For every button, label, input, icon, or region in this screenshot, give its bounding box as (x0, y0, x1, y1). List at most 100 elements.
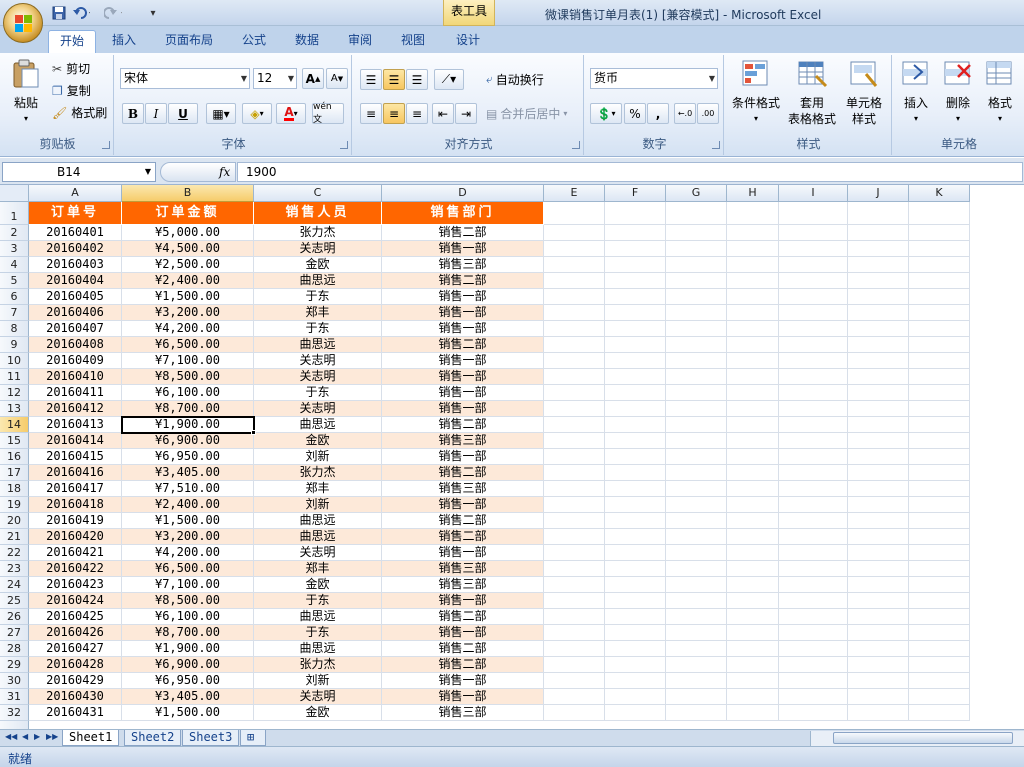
conditional-formatting-button[interactable]: 条件格式 ▾ (728, 59, 784, 127)
table-cell[interactable]: 20160417 (29, 481, 122, 497)
number-launcher-icon[interactable] (712, 141, 720, 149)
empty-cell[interactable] (779, 513, 848, 529)
empty-cell[interactable] (544, 497, 605, 513)
empty-cell[interactable] (727, 641, 779, 657)
font-size-combo[interactable]: 12 ▼ (253, 68, 297, 89)
empty-cell[interactable] (848, 673, 909, 689)
empty-cell[interactable] (544, 353, 605, 369)
table-cell[interactable]: ¥3,200.00 (122, 305, 254, 321)
accounting-format-button[interactable]: 💲 ▾ (590, 103, 622, 124)
tab-view[interactable]: 视图 (389, 30, 437, 53)
table-cell[interactable]: 于东 (254, 625, 382, 641)
table-cell[interactable]: 郑丰 (254, 305, 382, 321)
table-cell[interactable]: ¥4,200.00 (122, 545, 254, 561)
empty-cell[interactable] (909, 273, 970, 289)
empty-cell[interactable] (848, 625, 909, 641)
underline-button[interactable]: U (168, 103, 198, 124)
empty-cell[interactable] (666, 273, 727, 289)
table-cell[interactable]: ¥3,200.00 (122, 529, 254, 545)
table-cell[interactable]: 销售二部 (382, 273, 544, 289)
empty-cell[interactable] (727, 593, 779, 609)
empty-cell[interactable] (666, 369, 727, 385)
table-cell[interactable]: 20160420 (29, 529, 122, 545)
table-cell[interactable]: 20160414 (29, 433, 122, 449)
empty-cell[interactable] (544, 673, 605, 689)
empty-cell[interactable] (605, 609, 666, 625)
empty-cell[interactable] (909, 369, 970, 385)
row-header[interactable]: 11 (0, 369, 29, 385)
column-header-d[interactable]: D (382, 185, 544, 202)
format-as-table-button[interactable]: 套用 表格格式 (786, 59, 838, 127)
last-sheet-icon[interactable]: ▶▶ (46, 732, 58, 741)
increase-decimal-button[interactable]: ←.0 (674, 103, 696, 124)
empty-cell[interactable] (727, 689, 779, 705)
empty-cell[interactable] (909, 305, 970, 321)
office-button[interactable] (3, 3, 43, 43)
empty-cell[interactable] (605, 225, 666, 241)
empty-cell[interactable] (727, 305, 779, 321)
table-cell[interactable]: 20160430 (29, 689, 122, 705)
row-header[interactable]: 15 (0, 433, 29, 449)
increase-indent-button[interactable]: ⇥ (455, 103, 477, 124)
table-cell[interactable]: ¥3,405.00 (122, 689, 254, 705)
empty-cell[interactable] (666, 353, 727, 369)
empty-cell[interactable] (848, 641, 909, 657)
empty-cell[interactable] (779, 273, 848, 289)
table-cell[interactable]: ¥7,100.00 (122, 353, 254, 369)
empty-cell[interactable] (779, 673, 848, 689)
empty-cell[interactable] (605, 625, 666, 641)
empty-cell[interactable] (666, 529, 727, 545)
empty-cell[interactable] (909, 657, 970, 673)
column-header-c[interactable]: C (254, 185, 382, 202)
empty-cell[interactable] (848, 433, 909, 449)
empty-cell[interactable] (666, 241, 727, 257)
empty-cell[interactable] (909, 593, 970, 609)
empty-cell[interactable] (848, 353, 909, 369)
empty-cell[interactable] (666, 289, 727, 305)
empty-cell[interactable] (779, 257, 848, 273)
empty-cell[interactable] (909, 529, 970, 545)
empty-cell[interactable] (909, 481, 970, 497)
row-header[interactable]: 23 (0, 561, 29, 577)
table-cell[interactable]: ¥6,900.00 (122, 657, 254, 673)
table-cell[interactable]: 20160411 (29, 385, 122, 401)
empty-cell[interactable] (666, 337, 727, 353)
empty-cell[interactable] (666, 705, 727, 721)
empty-cell[interactable] (605, 353, 666, 369)
empty-cell[interactable] (605, 257, 666, 273)
empty-cell[interactable] (779, 625, 848, 641)
empty-cell[interactable] (848, 257, 909, 273)
phonetic-button[interactable]: wén 文 (312, 102, 344, 125)
table-cell[interactable]: ¥6,500.00 (122, 337, 254, 353)
table-cell[interactable]: 销售一部 (382, 673, 544, 689)
table-cell[interactable]: 20160426 (29, 625, 122, 641)
table-cell[interactable]: 20160412 (29, 401, 122, 417)
empty-cell[interactable] (848, 705, 909, 721)
empty-cell[interactable] (666, 481, 727, 497)
insert-sheet-button[interactable]: ⊞ (240, 730, 266, 746)
row-header[interactable]: 1 (0, 202, 29, 225)
table-cell[interactable]: 销售三部 (382, 433, 544, 449)
table-cell[interactable]: 于东 (254, 289, 382, 305)
table-cell[interactable]: ¥7,100.00 (122, 577, 254, 593)
table-cell[interactable]: ¥1,500.00 (122, 513, 254, 529)
table-cell[interactable]: ¥6,500.00 (122, 561, 254, 577)
copy-button[interactable]: ❐ 复制 (52, 82, 91, 99)
empty-cell[interactable] (666, 465, 727, 481)
table-header-cell[interactable]: 订单号 (29, 202, 122, 225)
table-cell[interactable]: ¥1,900.00 (122, 641, 254, 657)
empty-cell[interactable] (779, 225, 848, 241)
empty-cell[interactable] (848, 321, 909, 337)
paste-button[interactable]: 粘贴 ▾ (6, 59, 46, 127)
empty-cell[interactable] (727, 625, 779, 641)
select-all-corner[interactable] (0, 185, 29, 202)
row-header[interactable]: 31 (0, 689, 29, 705)
empty-cell[interactable] (727, 657, 779, 673)
row-header[interactable]: 27 (0, 625, 29, 641)
empty-cell[interactable] (666, 401, 727, 417)
table-cell[interactable]: 销售二部 (382, 609, 544, 625)
table-cell[interactable]: ¥3,405.00 (122, 465, 254, 481)
empty-cell[interactable] (727, 241, 779, 257)
row-header[interactable]: 26 (0, 609, 29, 625)
table-cell[interactable]: 郑丰 (254, 561, 382, 577)
